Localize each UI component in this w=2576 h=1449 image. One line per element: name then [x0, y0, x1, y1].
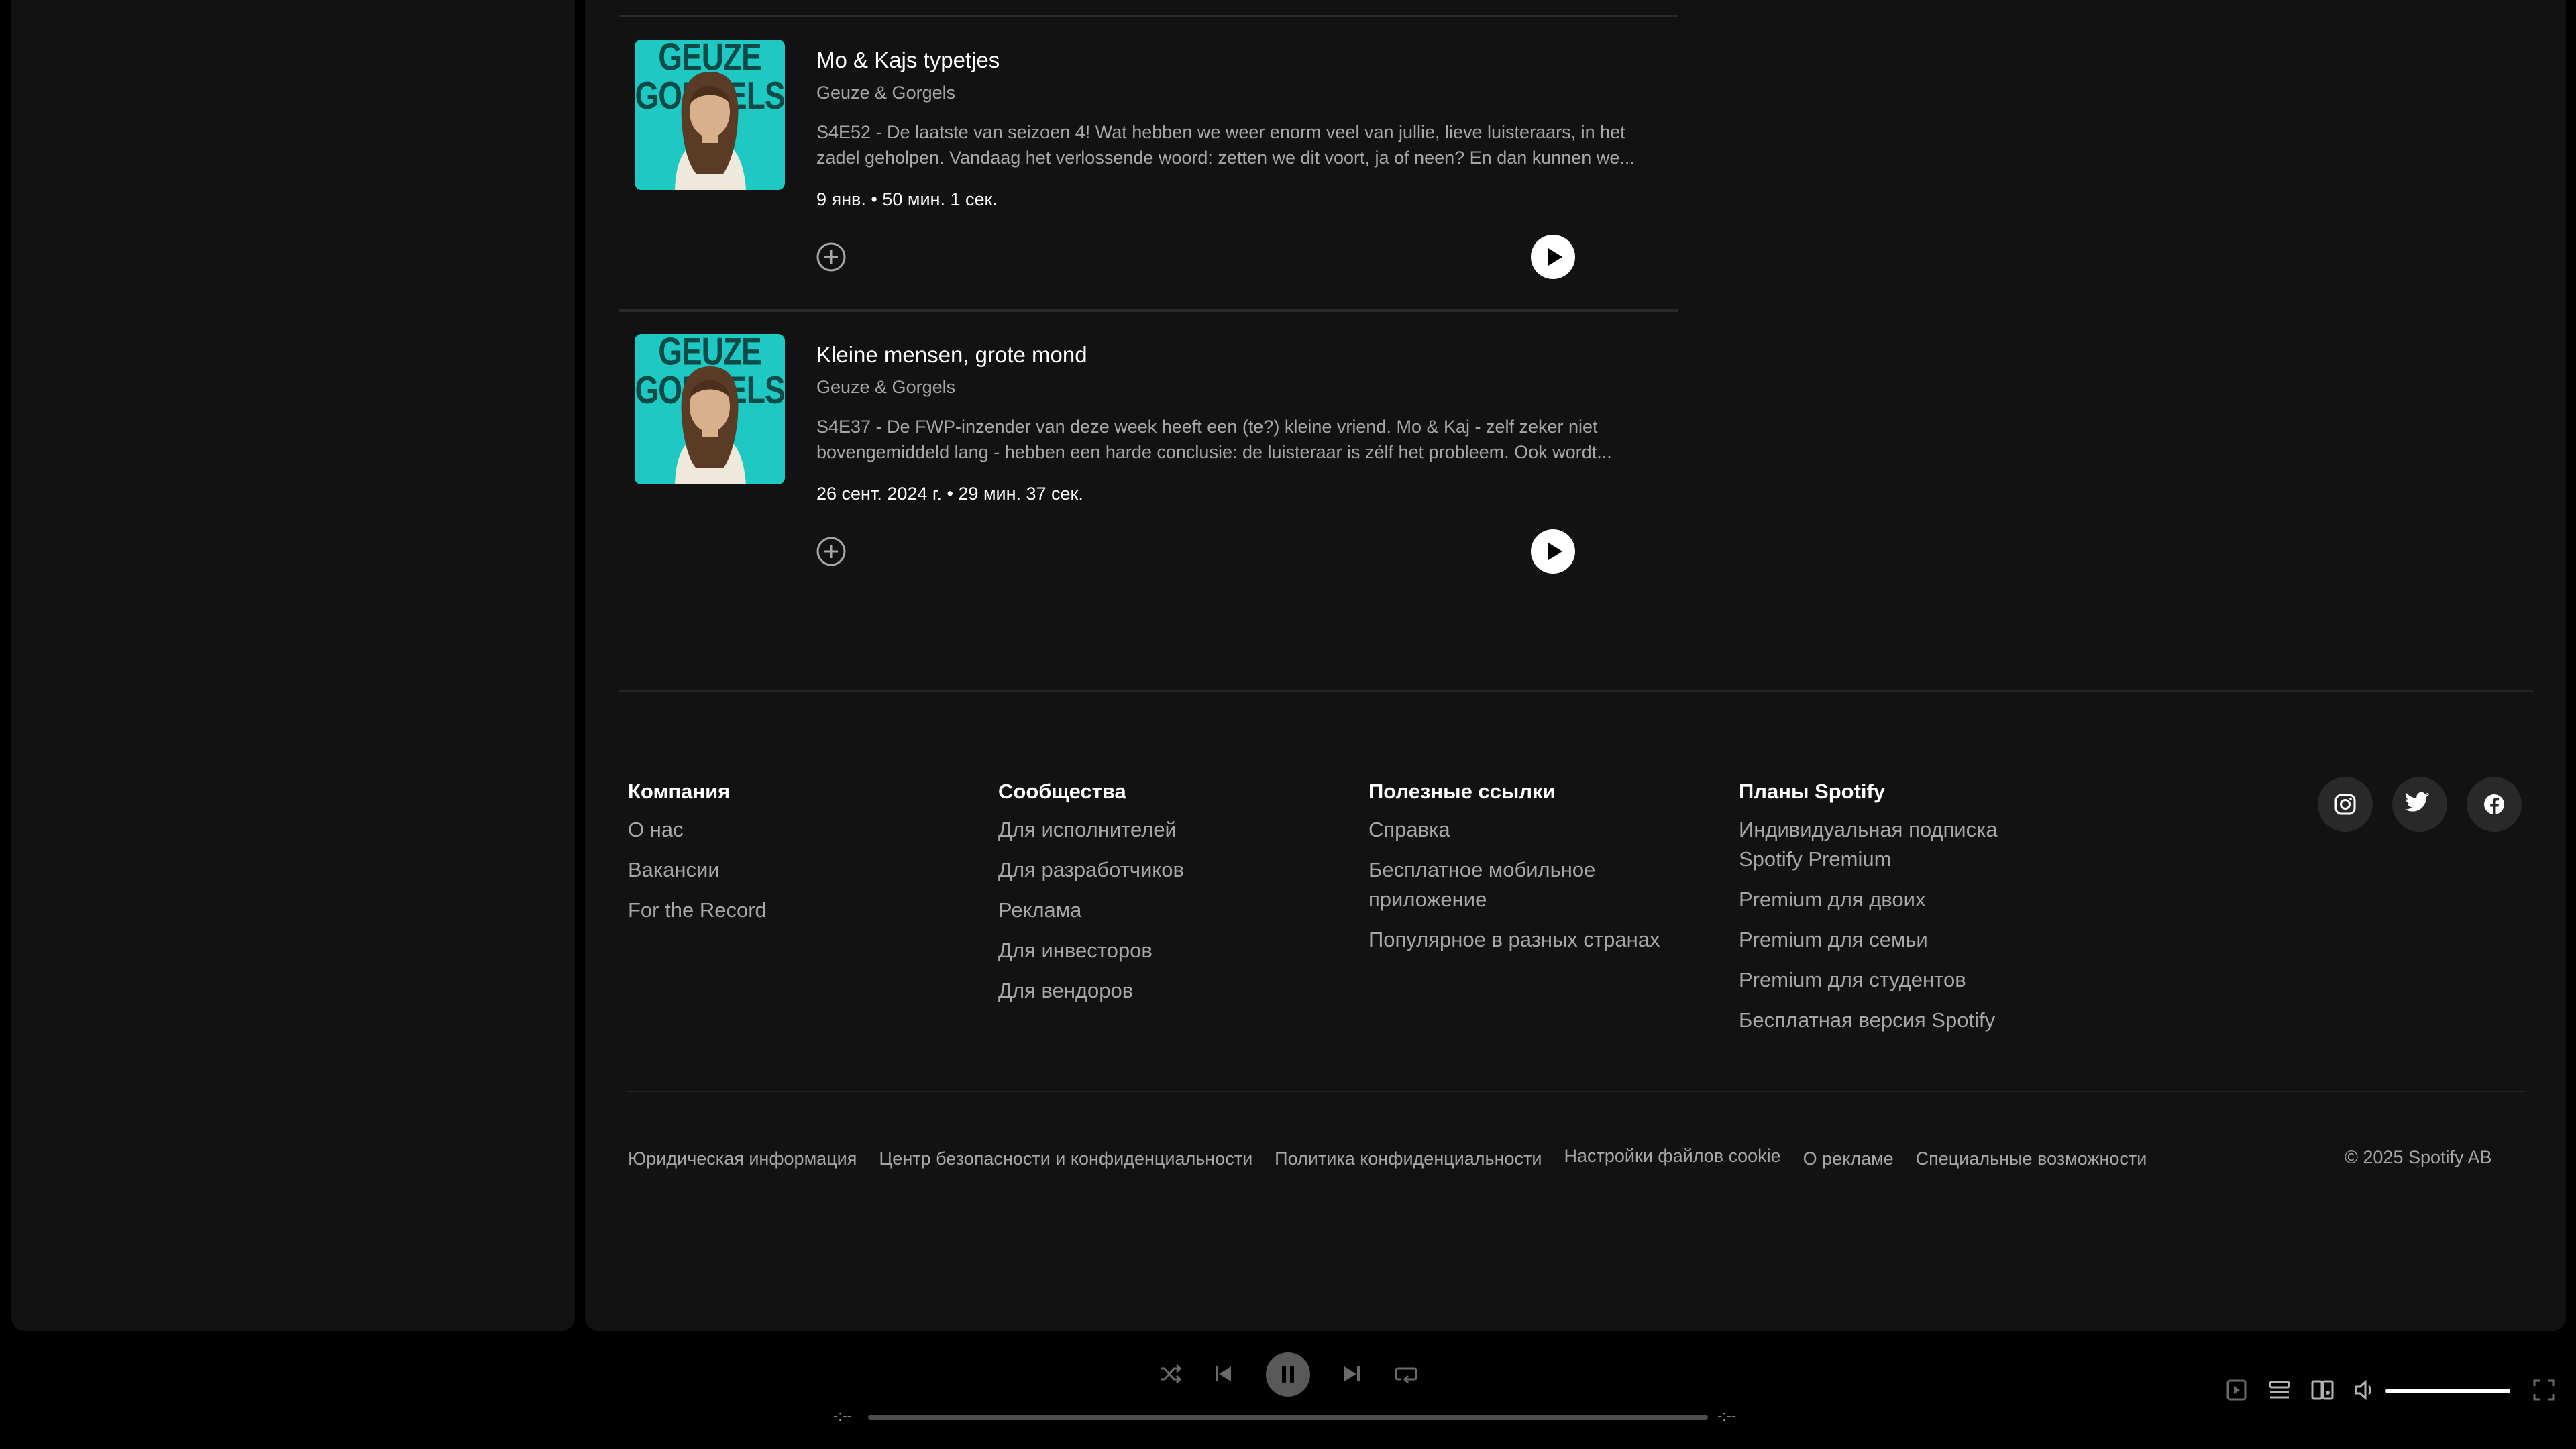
- footer-link[interactable]: Бесплатное мобильное приложение: [1368, 855, 1610, 914]
- episode-title[interactable]: Kleine mensen, grote mond: [816, 342, 1087, 368]
- time-elapsed: -:--: [833, 1407, 853, 1424]
- repeat-icon: [1395, 1367, 1417, 1384]
- connect-device-icon: [2311, 1380, 2334, 1400]
- episode-description: S4E37 - De FWP-inzender van deze week he…: [816, 417, 1612, 462]
- footer-link[interactable]: Реклама: [998, 896, 1184, 925]
- legal-link[interactable]: Центр безопасности и конфиденциальности: [879, 1148, 1252, 1169]
- footer-divider: [628, 1091, 2524, 1092]
- library-sidebar: [11, 0, 575, 1331]
- footer-column-communities: Сообщества Для исполнителей Для разработ…: [998, 778, 1184, 1016]
- facebook-icon: [2484, 794, 2504, 815]
- twitter-icon: [2405, 792, 2430, 812]
- play-episode-button[interactable]: [1531, 529, 1575, 574]
- episode-title[interactable]: Mo & Kajs typetjes: [816, 48, 1000, 73]
- footer-link[interactable]: Premium для студентов: [1739, 965, 2034, 995]
- instagram-icon: [2334, 794, 2356, 815]
- volume-icon: [2355, 1379, 2371, 1401]
- legal-link[interactable]: О рекламе: [1803, 1148, 1894, 1169]
- fullscreen-icon: [2533, 1379, 2555, 1401]
- episode-cover[interactable]: GEUZE GORGELS: [635, 40, 785, 190]
- footer-link[interactable]: Популярное в разных странах: [1368, 925, 1690, 955]
- connect-device-button[interactable]: [2308, 1375, 2337, 1405]
- plus-circle-icon: [816, 242, 846, 272]
- episode-show-name[interactable]: Geuze & Gorgels: [816, 377, 955, 398]
- episode-cover[interactable]: GEUZE GORGELS: [635, 334, 785, 484]
- queue-button[interactable]: [2265, 1375, 2294, 1405]
- play-icon: [1548, 543, 1562, 560]
- plus-circle-icon: [816, 537, 846, 566]
- add-to-library-button[interactable]: [815, 535, 847, 568]
- time-total: -:--: [1717, 1407, 1737, 1424]
- footer-heading: Планы Spotify: [1739, 780, 1886, 803]
- footer-link[interactable]: Premium для двоих: [1739, 885, 2034, 914]
- cover-portrait: [675, 72, 746, 190]
- now-playing-view-icon: [2226, 1379, 2247, 1401]
- cover-portrait: [675, 366, 746, 484]
- pause-button[interactable]: [1266, 1352, 1310, 1397]
- footer-column-spotify-plans: Планы Spotify Индивидуальная подписка Sp…: [1739, 778, 2034, 1046]
- volume-slider[interactable]: [2385, 1389, 2510, 1393]
- footer-heading: Сообщества: [998, 780, 1126, 803]
- footer-heading: Компания: [628, 780, 731, 803]
- footer-column-useful-links: Полезные ссылки Справка Бесплатное мобил…: [1368, 778, 1690, 965]
- queue-icon: [2269, 1381, 2290, 1399]
- legal-link[interactable]: Настройки файлов cookie: [1564, 1146, 1781, 1169]
- footer-link[interactable]: Для исполнителей: [998, 815, 1184, 845]
- footer-link[interactable]: Индивидуальная подписка Spotify Premium: [1739, 815, 2027, 874]
- twitter-button[interactable]: [2392, 777, 2447, 832]
- volume-button[interactable]: [2351, 1375, 2380, 1405]
- footer-link[interactable]: Бесплатная версия Spotify: [1739, 1006, 2034, 1035]
- previous-icon: [1216, 1366, 1231, 1381]
- footer-link[interactable]: Для вендоров: [998, 976, 1184, 1006]
- footer-heading: Полезные ссылки: [1368, 780, 1556, 803]
- legal-link[interactable]: Политика конфиденциальности: [1275, 1148, 1542, 1169]
- episode-meta: 9 янв. • 50 мин. 1 сек.: [816, 189, 998, 209]
- shuffle-icon: [1161, 1364, 1182, 1384]
- play-episode-button[interactable]: [1531, 235, 1575, 279]
- main-content: GEUZE GORGELS Mo & Kajs typetjes Geuze &…: [585, 0, 2566, 1331]
- footer-link[interactable]: Premium для семьи: [1739, 925, 2034, 955]
- volume-fill: [2385, 1389, 2510, 1393]
- repeat-button[interactable]: [1387, 1355, 1425, 1393]
- instagram-button[interactable]: [2318, 777, 2373, 832]
- episode-meta: 26 сент. 2024 г. • 29 мин. 37 сек.: [816, 484, 1083, 504]
- legal-link[interactable]: Специальные возможности: [1916, 1148, 2147, 1169]
- next-button[interactable]: [1334, 1355, 1371, 1393]
- play-icon: [1548, 248, 1562, 266]
- facebook-button[interactable]: [2467, 777, 2522, 832]
- footer-link[interactable]: For the Record: [628, 896, 767, 925]
- footer-link[interactable]: Для инвесторов: [998, 936, 1184, 965]
- copyright: © 2025 Spotify AB: [2345, 1147, 2492, 1167]
- footer-link[interactable]: Справка: [1368, 815, 1690, 845]
- now-playing-view-button[interactable]: [2222, 1375, 2251, 1405]
- episode-row[interactable]: GEUZE GORGELS Mo & Kajs typetjes Geuze &…: [619, 17, 1678, 313]
- footer-link[interactable]: О нас: [628, 815, 767, 845]
- footer-column-company: Компания О нас Вакансии For the Record: [628, 778, 767, 936]
- footer-link[interactable]: Вакансии: [628, 855, 767, 885]
- legal-links: Юридическая информация Центр безопасност…: [628, 1146, 2147, 1169]
- add-to-library-button[interactable]: [815, 241, 847, 273]
- pause-icon: [1282, 1366, 1294, 1383]
- footer-divider: [619, 690, 2534, 692]
- episode-show-name[interactable]: Geuze & Gorgels: [816, 83, 955, 103]
- shuffle-button[interactable]: [1151, 1355, 1189, 1393]
- fullscreen-button[interactable]: [2529, 1375, 2559, 1405]
- previous-button[interactable]: [1204, 1355, 1242, 1393]
- episode-description: S4E52 - De laatste van seizoen 4! Wat he…: [816, 122, 1635, 168]
- progress-bar[interactable]: [868, 1415, 1708, 1420]
- legal-link[interactable]: Юридическая информация: [628, 1148, 857, 1169]
- footer-link[interactable]: Для разработчиков: [998, 855, 1184, 885]
- next-icon: [1344, 1366, 1360, 1381]
- episode-row[interactable]: GEUZE GORGELS Kleine mensen, grote mond …: [619, 312, 1678, 607]
